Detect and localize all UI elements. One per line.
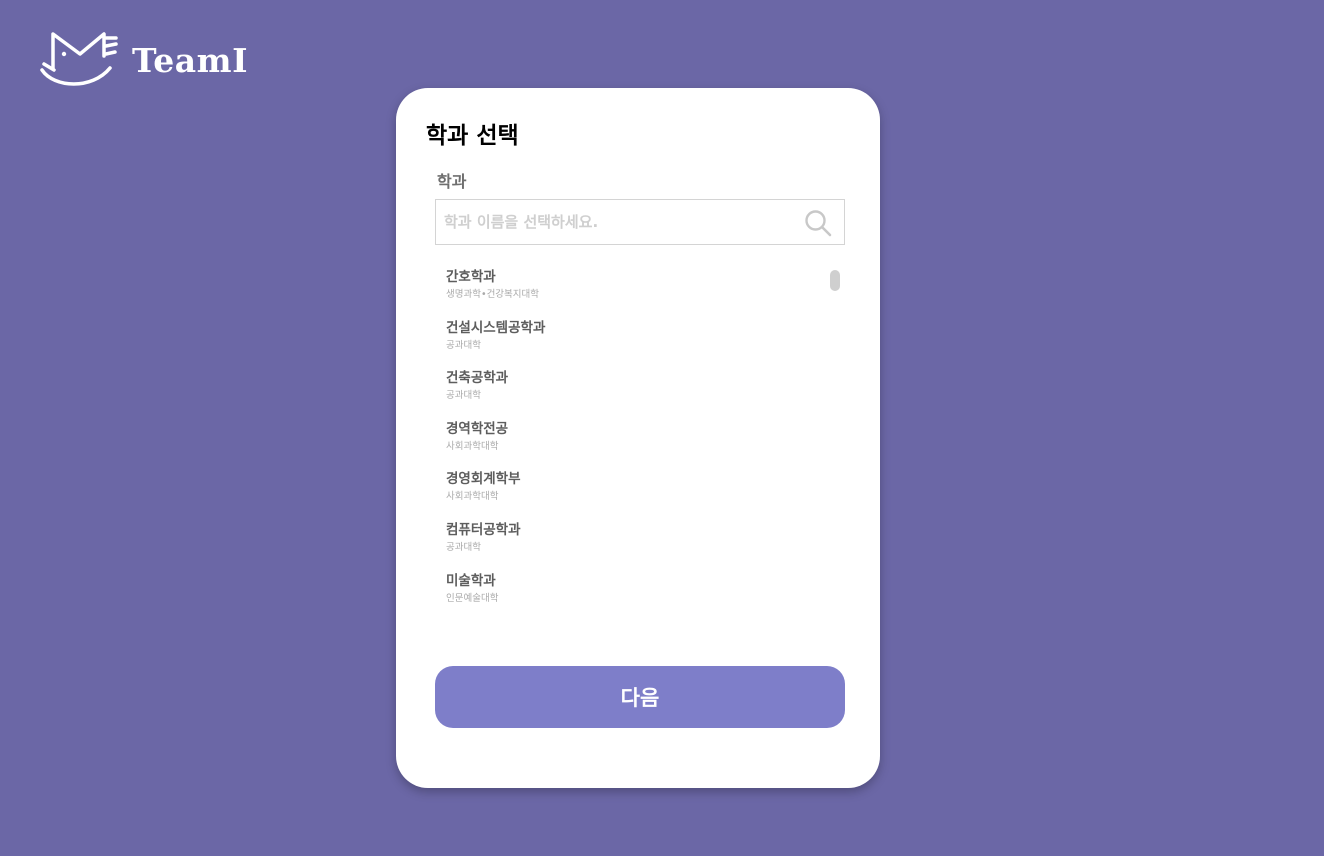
page-title: 학과 선택 <box>426 123 519 149</box>
list-item[interactable]: 컴퓨터공학과 공과대학 <box>446 521 826 572</box>
cat-envelope-logo-icon <box>40 32 118 86</box>
list-scrollbar-thumb[interactable] <box>830 270 840 291</box>
college-name: 공과대학 <box>446 541 481 553</box>
college-name: 공과대학 <box>446 390 481 402</box>
college-name: 사회과학대학 <box>446 440 499 452</box>
search-box[interactable] <box>435 199 845 245</box>
department-name: 경영회계학부 <box>446 471 521 488</box>
search-icon[interactable] <box>804 209 832 237</box>
department-name: 미술학과 <box>446 572 496 589</box>
list-item[interactable]: 미술학과 인문예술대학 <box>446 572 826 623</box>
department-name: 컴퓨터공학과 <box>446 521 521 538</box>
brand-logo[interactable]: TeamI <box>40 30 248 86</box>
college-name: 사회과학대학 <box>446 491 499 503</box>
search-input[interactable] <box>436 200 804 244</box>
next-button[interactable]: 다음 <box>435 666 845 728</box>
college-name: 생명과학•건강복지대학 <box>446 289 540 300</box>
department-name: 건축공학과 <box>446 370 509 387</box>
list-item[interactable]: 경역학전공 사회과학대학 <box>446 420 826 471</box>
list-item[interactable]: 건설시스템공학과 공과대학 <box>446 319 826 370</box>
department-field-label: 학과 <box>437 172 467 191</box>
department-list: 간호학과 생명과학•건강복지대학 건설시스템공학과 공과대학 건축공학과 공과대… <box>446 268 826 622</box>
department-name: 간호학과 <box>446 269 496 285</box>
brand-name: TeamI <box>132 40 249 80</box>
department-name: 건설시스템공학과 <box>446 319 546 336</box>
department-select-card: 학과 선택 학과 간호학과 생명과학•건강복지대학 건설시스템공학과 공과대학 … <box>396 88 880 788</box>
college-name: 공과대학 <box>446 339 481 351</box>
list-item[interactable]: 경영회계학부 사회과학대학 <box>446 470 826 521</box>
list-item[interactable]: 건축공학과 공과대학 <box>446 369 826 420</box>
department-name: 경역학전공 <box>446 420 509 437</box>
college-name: 인문예술대학 <box>446 592 499 604</box>
list-item[interactable]: 간호학과 생명과학•건강복지대학 <box>446 268 826 319</box>
